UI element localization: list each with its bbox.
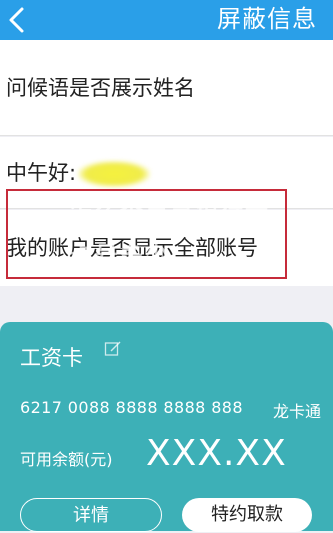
balance-label: 可用余额(元) — [20, 450, 113, 469]
card-number: 6217 0088 8888 8888 888 — [20, 398, 243, 417]
greeting-text: 中午好: — [6, 161, 77, 185]
bank-card-panel: 工资卡 6217 0088 8888 8888 888 龙卡通 可用余额(元) … — [0, 322, 333, 532]
card-title: 工资卡 — [20, 346, 83, 370]
edit-icon[interactable] — [104, 340, 122, 358]
balance-value: XXX.XX — [146, 433, 287, 474]
watermark-text: 怎么查自己银行卡卡号多少 — [70, 199, 270, 269]
masked-name-blur — [78, 161, 150, 187]
app-header: 屏蔽信息 — [0, 0, 333, 40]
detail-button[interactable]: 详情 — [20, 498, 162, 532]
card-brand: 龙卡通 — [272, 402, 321, 421]
special-withdraw-button[interactable]: 特约取款 — [182, 498, 312, 532]
back-arrow-icon[interactable] — [6, 6, 28, 34]
page-title: 屏蔽信息 — [217, 5, 317, 33]
show-name-setting-label: 问候语是否展示姓名 — [6, 76, 195, 100]
show-name-setting-row[interactable]: 问候语是否展示姓名 — [0, 40, 333, 136]
